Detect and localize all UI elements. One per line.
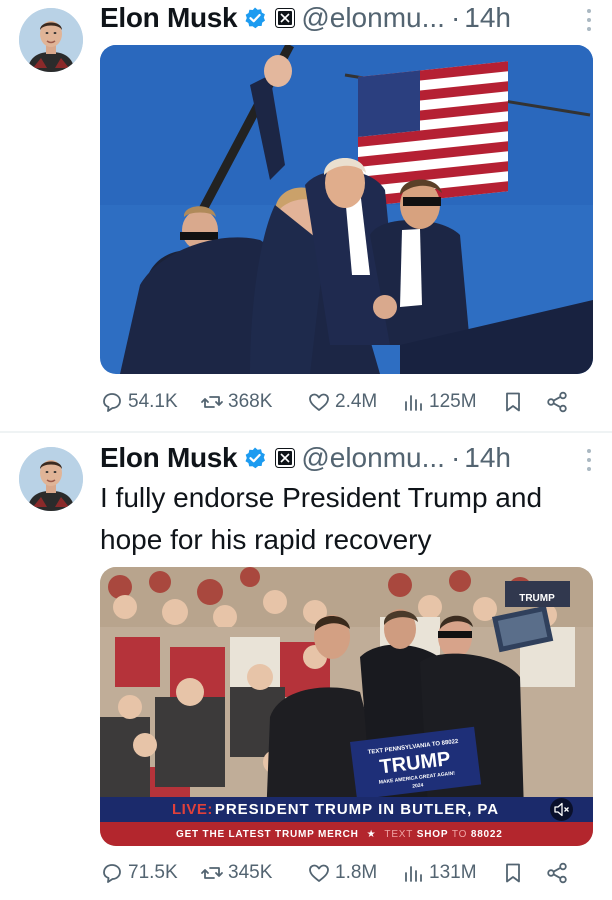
views-chart-icon <box>405 866 422 882</box>
tweet-header: Elon Musk @elonmu... · 14h <box>100 440 511 476</box>
author-handle[interactable]: @elonmu... <box>301 442 445 474</box>
like-button[interactable]: 2.4M <box>307 390 401 414</box>
corner-sign-text: TRUMP <box>519 593 555 604</box>
news-headline: PRESIDENT TRUMP IN BUTLER, PA <box>214 801 500 818</box>
views-button[interactable]: 125M <box>401 390 501 414</box>
repost-count: 345K <box>228 862 273 883</box>
bookmark-button[interactable] <box>501 861 545 885</box>
tweet-header: Elon Musk @elonmu... · 14h <box>100 0 511 36</box>
live-label: LIVE: <box>172 801 213 818</box>
views-button[interactable]: 131M <box>401 861 501 885</box>
repost-icon <box>201 867 223 879</box>
views-count: 125M <box>429 391 477 412</box>
tweet-text: I fully endorse President Trump and hope… <box>100 482 543 555</box>
views-chart-icon <box>405 395 422 411</box>
news-lower-third: LIVE: PRESIDENT TRUMP IN BUTLER, PA <box>100 797 593 822</box>
repost-button[interactable]: 368K <box>200 390 307 414</box>
reply-count: 54.1K <box>128 391 178 412</box>
verified-badge-icon <box>245 447 266 469</box>
separator-dot: · <box>450 442 461 473</box>
tweet-photo[interactable] <box>100 45 593 374</box>
x-affiliation-icon <box>275 448 296 468</box>
bookmark-icon <box>506 863 520 883</box>
repost-button[interactable]: 345K <box>200 861 307 885</box>
author-name[interactable]: Elon Musk <box>100 442 238 474</box>
share-icon <box>547 391 567 413</box>
repost-count: 368K <box>228 391 273 412</box>
reply-button[interactable]: 71.5K <box>100 861 200 885</box>
repost-icon <box>201 396 223 408</box>
ticker-star: ★ <box>366 828 377 840</box>
timestamp[interactable]: 14h <box>464 442 511 474</box>
heart-icon <box>309 393 329 411</box>
tweet-actions: 54.1K 368K 2.4M 125M <box>100 387 592 417</box>
mute-icon[interactable] <box>550 798 573 821</box>
author-handle[interactable]: @elonmu... <box>301 2 445 34</box>
views-count: 131M <box>429 862 477 883</box>
bookmark-icon <box>506 392 520 412</box>
reply-count: 71.5K <box>128 862 178 883</box>
x-affiliation-icon <box>275 8 296 28</box>
tweet-actions: 71.5K 345K 1.8M 131M <box>100 858 592 888</box>
bookmark-button[interactable] <box>501 390 545 414</box>
like-button[interactable]: 1.8M <box>307 861 401 885</box>
ticker-text-word: TEXT <box>384 828 414 840</box>
reply-button[interactable]: 54.1K <box>100 390 200 414</box>
ticker-merch-text: GET THE LATEST TRUMP MERCH <box>176 828 359 840</box>
tweet-2[interactable]: Elon Musk @elonmu... · 14h I fully endor… <box>0 433 612 900</box>
ticker-to-word: TO <box>451 828 468 840</box>
separator-dot: · <box>450 2 461 33</box>
avatar[interactable] <box>19 8 83 72</box>
reply-icon <box>103 393 121 412</box>
avatar[interactable] <box>19 447 83 511</box>
rally-photo <box>100 45 593 374</box>
verified-badge-icon <box>245 7 266 29</box>
like-count: 1.8M <box>335 862 378 883</box>
tweet-1[interactable]: Elon Musk @elonmu... · 14h 54.1K 368K 2.… <box>0 0 612 432</box>
share-icon <box>547 862 567 884</box>
timestamp[interactable]: 14h <box>464 2 511 34</box>
ticker-shop-word: SHOP <box>416 828 449 840</box>
author-name[interactable]: Elon Musk <box>100 2 238 34</box>
share-button[interactable] <box>545 390 575 414</box>
ticker-number: 88022 <box>470 828 503 840</box>
tweet-video[interactable]: TRUMP TEXT PENNSYLVANIA TO 88022 TRUMP M… <box>100 567 593 846</box>
like-count: 2.4M <box>335 391 378 412</box>
news-ticker: GET THE LATEST TRUMP MERCH ★ TEXT SHOP T… <box>100 822 593 846</box>
reply-icon <box>103 864 121 883</box>
share-button[interactable] <box>545 861 575 885</box>
more-options-icon[interactable] <box>584 9 594 35</box>
heart-icon <box>309 864 329 882</box>
more-options-icon[interactable] <box>584 449 594 475</box>
